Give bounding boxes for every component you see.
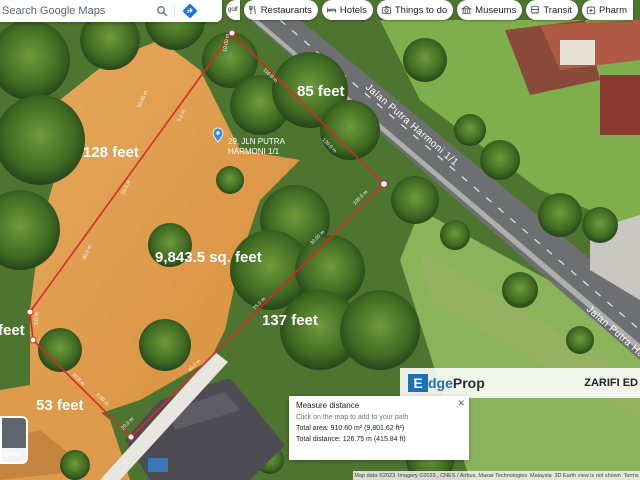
chip-pharmacies[interactable]: Pharm xyxy=(582,0,634,20)
measure-total-distance: Total distance: 126.75 m (415.84 ft) xyxy=(296,436,406,443)
layers-thumbnail xyxy=(2,418,26,448)
imagery-attribution: Imagery ©2023 , CNES / Airbus, Maxar Tec… xyxy=(397,472,528,479)
side-label-top: 85 feet xyxy=(297,83,345,100)
poi-label-line1: 29, JLN PUTRA xyxy=(228,137,286,146)
chip-label: golf xyxy=(228,7,238,13)
edgeprop-logo-mark: E xyxy=(408,374,428,392)
chip-label: Things to do xyxy=(394,4,448,16)
bed-icon xyxy=(326,7,337,13)
chip-transit[interactable]: Transit xyxy=(526,0,579,20)
edgeprop-logo-prop: Prop xyxy=(452,375,485,391)
camera-icon xyxy=(381,5,391,14)
edgeprop-logo: E dgeProp xyxy=(408,374,485,392)
layers-label: ayers xyxy=(2,451,20,458)
chip-things-to-do[interactable]: Things to do xyxy=(376,0,454,20)
edgeprop-logo-dge: dge xyxy=(428,375,453,391)
measure-hint: Click on the map to add to your path xyxy=(296,414,409,421)
pharmacy-icon xyxy=(586,6,596,15)
measure-title: Measure distance xyxy=(296,401,360,410)
side-label-right: 137 feet xyxy=(262,312,318,329)
edgeprop-logo-text: dgeProp xyxy=(428,375,485,391)
close-icon[interactable]: ✕ xyxy=(457,398,465,409)
category-chips: golf Restaurants Hotels Things to do Mus… xyxy=(226,0,634,20)
fork-knife-icon xyxy=(248,5,256,15)
bus-icon xyxy=(531,5,540,15)
layers-button[interactable]: ayers xyxy=(0,416,28,464)
segment-label: 3.0 m xyxy=(34,312,40,325)
chip-label: Transit xyxy=(543,4,573,16)
chip-hotels[interactable]: Hotels xyxy=(321,0,373,20)
measure-distance-panel: Measure distance ✕ Click on the map to a… xyxy=(289,396,469,460)
chip-golf[interactable]: golf xyxy=(226,0,240,20)
search-button[interactable] xyxy=(150,0,174,22)
poi-label-line2: HARMONI 1/1 xyxy=(228,147,280,156)
measure-total-area: Total area: 910.60 m² (9,801.62 ft²) xyxy=(296,425,405,432)
area-label: 9,843.5 sq. feet xyxy=(155,249,262,266)
agent-name: ZARIFI ED xyxy=(584,377,638,389)
search-input[interactable] xyxy=(0,5,150,17)
museum-icon xyxy=(461,5,473,14)
chip-label: Museums xyxy=(475,4,517,16)
side-label-bottom: 53 feet xyxy=(36,397,84,414)
country-label[interactable]: Malaysia xyxy=(530,473,552,479)
edgeprop-logo-letter: E xyxy=(413,375,423,391)
chip-label: Hotels xyxy=(339,4,367,16)
chip-restaurants[interactable]: Restaurants xyxy=(243,0,318,20)
directions-icon xyxy=(183,4,197,18)
chip-museums[interactable]: Museums xyxy=(457,0,523,20)
chip-label: Restaurants xyxy=(260,4,312,16)
edgeprop-watermark: E dgeProp ZARIFI ED xyxy=(400,368,640,398)
side-label-left: 128 feet xyxy=(83,144,139,161)
search-icon xyxy=(157,6,168,17)
earth-view-note: 3D Earth view is not shown xyxy=(554,472,621,479)
side-label-left-edge: feet xyxy=(0,322,25,339)
search-bar xyxy=(0,0,222,22)
map-data-attribution[interactable]: Map data ©2023 xyxy=(354,473,395,479)
directions-button[interactable] xyxy=(175,0,205,22)
map-footer: Map data ©2023 Imagery ©2023 , CNES / Ai… xyxy=(353,471,640,480)
chip-label: Pharm xyxy=(599,4,628,16)
terms-link[interactable]: Terms xyxy=(624,473,639,479)
